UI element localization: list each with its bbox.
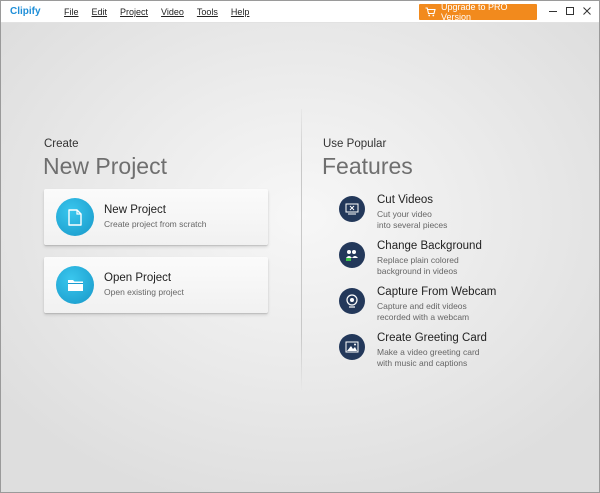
upgrade-label: Upgrade to PRO Version — [441, 2, 508, 22]
feature-title: Create Greeting Card — [377, 332, 487, 344]
create-big-title: New Project — [43, 153, 167, 179]
close-icon — [582, 3, 592, 21]
webcam-icon — [339, 288, 365, 314]
feature-title: Change Background — [377, 240, 482, 252]
feature-desc: Make a video greeting card — [377, 347, 480, 357]
minimize-button[interactable] — [545, 1, 561, 23]
picture-icon — [339, 334, 365, 360]
cart-icon — [425, 7, 436, 17]
features-big-title: Features — [322, 153, 413, 179]
feature-desc: background in videos — [377, 266, 458, 276]
create-small-title: Create — [44, 138, 79, 150]
features-small-title: Use Popular — [323, 138, 387, 150]
app-window: Clipify File Edit Project Video Tools He… — [0, 0, 600, 493]
menu-video[interactable]: Video — [161, 1, 184, 23]
maximize-icon — [565, 3, 575, 21]
open-project-title: Open Project — [104, 272, 172, 284]
document-icon — [56, 198, 94, 236]
menu-tools[interactable]: Tools — [197, 1, 218, 23]
folder-icon — [56, 266, 94, 304]
section-divider — [301, 109, 302, 391]
menu-file[interactable]: File — [64, 1, 79, 23]
menu-project[interactable]: Project — [120, 1, 148, 23]
feature-desc: Replace plain colored — [377, 255, 459, 265]
open-project-card[interactable]: Open Project Open existing project — [44, 257, 268, 313]
feature-desc: into several pieces — [377, 220, 448, 230]
new-project-title: New Project — [104, 204, 166, 216]
upgrade-button[interactable]: Upgrade to PRO Version — [419, 2, 537, 22]
feature-capture-webcam[interactable]: Capture From Webcam Capture and edit vid… — [339, 286, 579, 328]
feature-desc: with music and captions — [377, 358, 468, 368]
feature-change-background[interactable]: Change Background Replace plain colored … — [339, 240, 579, 282]
menu-edit[interactable]: Edit — [92, 1, 108, 23]
feature-title: Capture From Webcam — [377, 286, 497, 298]
close-button[interactable] — [579, 1, 595, 23]
feature-desc: recorded with a webcam — [377, 312, 470, 322]
feature-desc: Cut your video — [377, 209, 432, 219]
new-project-subtitle: Create project from scratch — [104, 219, 207, 229]
feature-desc: Capture and edit videos — [377, 301, 467, 311]
cut-video-icon — [339, 196, 365, 222]
app-logo: Clipify — [10, 6, 41, 17]
feature-greeting-card[interactable]: Create Greeting Card Make a video greeti… — [339, 332, 579, 374]
minimize-icon — [548, 3, 558, 21]
feature-title: Cut Videos — [377, 194, 434, 206]
open-project-subtitle: Open existing project — [104, 287, 184, 297]
feature-cut-videos[interactable]: Cut Videos Cut your video into several p… — [339, 194, 579, 236]
maximize-button[interactable] — [562, 1, 578, 23]
menu-help[interactable]: Help — [231, 1, 250, 23]
new-project-card[interactable]: New Project Create project from scratch — [44, 189, 268, 245]
title-bar: Clipify File Edit Project Video Tools He… — [1, 1, 599, 23]
menu-bar: File Edit Project Video Tools Help — [64, 1, 262, 23]
chroma-key-icon — [339, 242, 365, 268]
